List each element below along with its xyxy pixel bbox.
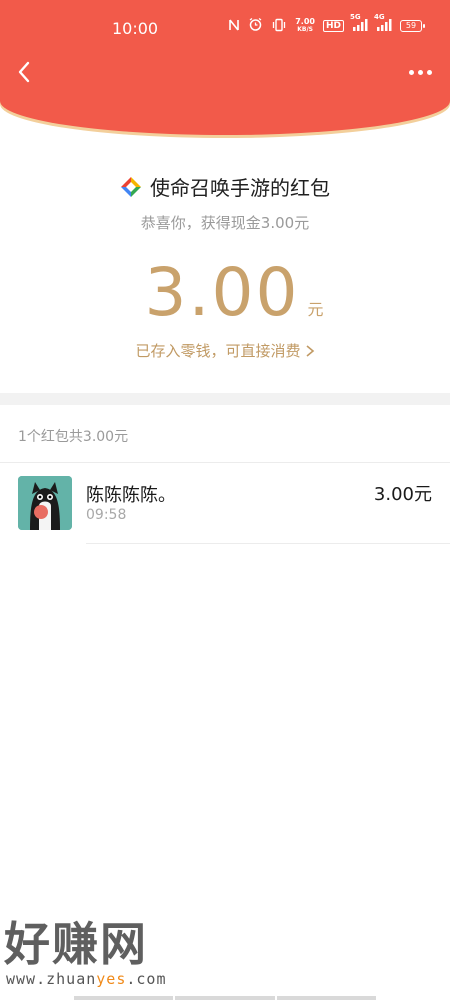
- watermark-url-prefix: www.zhuan: [6, 970, 97, 988]
- gesture-segment: [74, 996, 174, 1000]
- status-time: 10:00: [112, 19, 159, 38]
- watermark-url-highlight: yes: [96, 970, 127, 988]
- watermark-url: www.zhuanyes.com: [6, 970, 167, 988]
- network-speed: 7.00 KB/S: [295, 18, 315, 34]
- saved-to-wallet-link[interactable]: 已存入零钱，可直接消费: [0, 340, 450, 361]
- sender-title: 使命召唤手游的红包: [150, 176, 330, 200]
- alarm-icon: [248, 17, 263, 35]
- more-button[interactable]: [409, 58, 432, 86]
- section-divider: [0, 393, 450, 405]
- watermark-title: 好赚网: [4, 917, 148, 971]
- more-dots-icon: [409, 69, 414, 75]
- back-button[interactable]: [10, 58, 38, 86]
- watermark-url-suffix: .com: [126, 970, 167, 988]
- more-dots-icon: [427, 69, 432, 75]
- gesture-segment: [276, 996, 376, 1000]
- amount-value: 3.00: [144, 254, 300, 331]
- status-bar: 10:00 7.00 KB/S HD 5G 4G 59: [0, 0, 450, 56]
- saved-text: 已存入零钱，可直接消费: [135, 342, 301, 360]
- hd-badge: HD: [322, 20, 344, 32]
- vibrate-icon: [271, 18, 287, 35]
- entry-time: 09:58: [86, 507, 127, 523]
- congrats-text: 恭喜你，获得现金3.00元: [140, 214, 310, 232]
- watermark-logo: 好赚网 www.zhuanyes.com: [4, 918, 167, 988]
- divider: [86, 543, 450, 544]
- sender-logo-icon: [121, 176, 141, 197]
- signal-4g-icon: 4G: [374, 13, 392, 33]
- entry-amount: 3.00元: [373, 484, 432, 505]
- speed-value: 7.00: [295, 17, 315, 26]
- chevron-right-icon: [305, 344, 314, 357]
- battery-icon: 59: [400, 20, 425, 32]
- speed-unit: KB/S: [297, 26, 313, 33]
- sender-row: 使命召唤手游的红包: [0, 172, 450, 201]
- gesture-segment: [175, 996, 275, 1000]
- status-icons: 7.00 KB/S HD 5G 4G 59: [228, 13, 425, 35]
- signal-5g-icon: 5G: [350, 13, 368, 33]
- packet-summary: 1个红包共3.00元: [18, 429, 129, 445]
- nfc-icon: [228, 18, 240, 35]
- entry-name: 陈陈陈陈。: [86, 485, 176, 506]
- avatar: [18, 476, 72, 530]
- gesture-bar: [74, 996, 376, 1000]
- amount-display: 3.00 元: [0, 258, 450, 328]
- chevron-left-icon: [18, 61, 30, 83]
- amount-unit: 元: [307, 300, 324, 319]
- more-dots-icon: [418, 69, 423, 75]
- list-item[interactable]: 陈陈陈陈。 09:58 3.00元: [0, 463, 450, 544]
- network-4g-label: 4G: [374, 13, 385, 21]
- network-5g-label: 5G: [350, 13, 361, 21]
